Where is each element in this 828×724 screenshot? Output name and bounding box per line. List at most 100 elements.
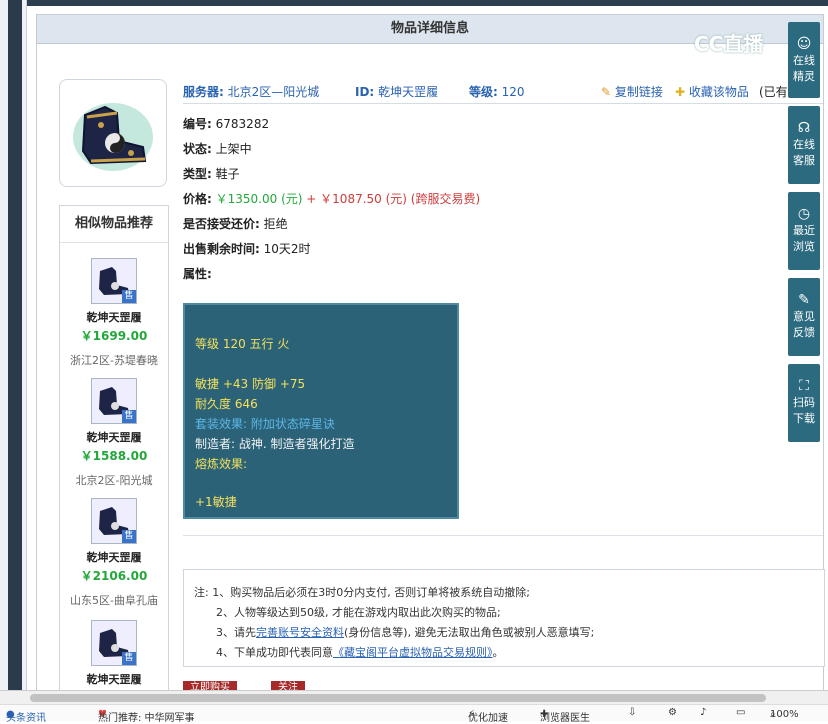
window-icon[interactable]: ▭ — [736, 707, 745, 718]
boot-icon — [73, 103, 153, 171]
sell-badge: 售 — [122, 410, 136, 423]
copy-link-label[interactable]: 复制链接 — [615, 85, 663, 99]
attributes-box: 等级 120 五行 火 敏捷 +43 防御 +75 耐久度 646 套装效果: … — [183, 303, 459, 519]
remaining-value: 10天2时 — [263, 242, 311, 256]
item-info: 服务器: 北京2区—阳光城 ID: 乾坤天罡履 等级: 120 ✎ 复制链接 ✚… — [183, 81, 823, 281]
price-plus: + — [306, 192, 317, 206]
similar-item-card[interactable]: 售 乾坤天罡履 ￥1699.00 浙江2区-苏堤春晓 — [60, 258, 168, 368]
number-value: 6783282 — [215, 117, 270, 131]
feedback-button[interactable]: ✎ 意见 反馈 — [788, 278, 820, 356]
note-4-suffix: 。 — [492, 646, 504, 659]
trade-rules-link[interactable]: 《藏宝阁平台虚拟物品交易规则》 — [333, 646, 493, 659]
zoom-value[interactable]: 100% — [770, 709, 799, 720]
attr-smelt-value: +1敏捷 — [195, 495, 237, 509]
attr-smelt-line: 熔炼效果: — [195, 457, 248, 471]
similar-item-name[interactable]: 乾坤天罡履 — [60, 429, 168, 445]
owned-count: (已有 — [759, 85, 788, 99]
link-icon: ✎ — [601, 85, 612, 99]
level-field: 等级: 120 — [469, 83, 525, 100]
remaining-label: 出售剩余时间: — [183, 242, 260, 256]
item-header-line: 服务器: 北京2区—阳光城 ID: 乾坤天罡履 等级: 120 ✎ 复制链接 ✚… — [183, 81, 823, 104]
similar-item-name[interactable]: 乾坤天罡履 — [60, 549, 168, 565]
sidebar-label: 精灵 — [793, 70, 815, 83]
similar-items-box: 相似物品推荐 售 乾坤天罡履 ￥1699.00 浙江2区-苏堤春晓 售 乾坤天罡… — [59, 205, 169, 707]
download-icon[interactable]: ⇩ — [628, 707, 636, 718]
hot-label[interactable]: 热门推荐: 中华网军事 — [98, 709, 195, 724]
scrollbar-thumb[interactable] — [30, 694, 766, 702]
server-field: 服务器: 北京2区—阳光城 — [183, 83, 319, 100]
status-label: 状态: — [183, 142, 212, 156]
sidebar-label: 浏览 — [793, 240, 815, 253]
news-label[interactable]: 头条资讯 — [6, 709, 46, 724]
browser-status-bar: ● 头条资讯 ♥ 热门推荐: 中华网军事 ⚡ 优化加速 ✚ 浏览器医生 ⇩ ⚙ ♪ … — [0, 704, 828, 724]
settings-icon[interactable]: ⚙ — [668, 707, 677, 718]
similar-item-card[interactable]: 售 乾坤天罡履 — [60, 620, 168, 687]
attr-durability-line: 耐久度 646 — [195, 397, 258, 411]
security-info-link[interactable]: 完善账号安全资料 — [256, 626, 344, 639]
sidebar-label: 下载 — [793, 412, 815, 425]
server-value: 北京2区—阳光城 — [227, 85, 320, 99]
copy-link-button[interactable]: ✎ 复制链接 — [601, 83, 663, 100]
sell-badge: 售 — [122, 652, 136, 665]
note-3-suffix: (身份信息等), 避免无法取出角色或被别人恶意填写; — [344, 626, 595, 639]
online-sprite-button[interactable]: ☺ 在线 精灵 — [788, 22, 820, 98]
horizontal-scrollbar[interactable] — [0, 690, 828, 705]
similar-item-card[interactable]: 售 乾坤天罡履 ￥2106.00 山东5区-曲阜孔庙 — [60, 498, 168, 608]
level-label: 等级: — [469, 85, 498, 99]
optimize-label[interactable]: 优化加速 — [468, 709, 508, 724]
attr-maker-line: 制造者: 战神. 制造者强化打造 — [195, 437, 355, 451]
recent-browse-button[interactable]: ◷ 最近 浏览 — [788, 192, 820, 270]
number-row: 编号: 6783282 — [183, 115, 269, 132]
favorite-button[interactable]: ✚ 收藏该物品 — [675, 83, 749, 100]
similar-item-thumb[interactable]: 售 — [91, 498, 137, 544]
attr-set-effect-line: 套装效果: 附加状态碎星诀 — [195, 417, 335, 431]
similar-item-price: ￥1588.00 — [80, 449, 148, 463]
similar-item-name[interactable]: 乾坤天罡履 — [60, 309, 168, 325]
item-detail-panel: 物品详细信息 相似物品推荐 售 乾坤天罡履 ￥1699.00 浙江2区-苏堤春晓 — [36, 14, 825, 707]
favorite-icon: ✚ — [675, 85, 686, 99]
similar-item-thumb[interactable]: 售 — [91, 378, 137, 424]
section-divider — [183, 535, 823, 536]
similar-item-server: 山东5区-曲阜孔庙 — [70, 594, 158, 607]
volume-icon[interactable]: ♪ — [700, 707, 706, 718]
sprite-icon: ☺ — [796, 36, 812, 52]
scan-icon: ⛶ — [799, 378, 809, 394]
similar-item-thumb[interactable]: 售 — [91, 258, 137, 304]
similar-items-title: 相似物品推荐 — [60, 206, 168, 243]
type-value: 鞋子 — [215, 167, 240, 181]
similar-item-card[interactable]: 售 乾坤天罡履 ￥1588.00 北京2区-阳光城 — [60, 378, 168, 488]
headset-icon: ☊ — [797, 120, 811, 136]
window-top-bar — [0, 0, 828, 6]
sidebar-label: 客服 — [793, 154, 815, 167]
sidebar-label: 在线 — [793, 54, 815, 67]
similar-item-server: 浙江2区-苏堤春晓 — [70, 354, 158, 367]
similar-item-price: ￥2106.00 — [80, 569, 148, 583]
note-3-prefix: 3、请先 — [216, 626, 256, 639]
similar-item-name[interactable]: 乾坤天罡履 — [60, 671, 168, 687]
cross-server-fee: ￥1087.50 (元) (跨服交易费) — [320, 192, 481, 206]
type-label: 类型: — [183, 167, 212, 181]
bargain-row: 是否接受还价: 拒绝 — [183, 215, 288, 232]
price-value: ￥1350.00 (元) — [215, 192, 303, 206]
sell-badge: 售 — [122, 290, 136, 303]
online-service-button[interactable]: ☊ 在线 客服 — [788, 106, 820, 184]
cc-live-watermark: CC直播 — [694, 32, 764, 56]
favorite-label[interactable]: 收藏该物品 — [689, 85, 749, 99]
attributes-label: 属性: — [183, 267, 212, 281]
edit-icon: ✎ — [798, 292, 810, 308]
status-value: 上架中 — [215, 142, 252, 156]
attr-stats-line: 敏捷 +43 防御 +75 — [195, 377, 306, 391]
note-line-2: 2、人物等级达到50级, 才能在游戏内取出此次购买的物品; — [216, 606, 501, 619]
sidebar-label: 在线 — [793, 138, 815, 151]
clock-icon: ◷ — [797, 206, 811, 222]
id-label: ID: — [355, 85, 375, 99]
scan-download-button[interactable]: ⛶ 扫码 下载 — [788, 364, 820, 442]
note-line-4: 4、下单成功即代表同意《藏宝阁平台虚拟物品交易规则》。 — [216, 644, 504, 660]
doctor-label[interactable]: 浏览器医生 — [540, 709, 590, 724]
bargain-label: 是否接受还价: — [183, 217, 260, 231]
level-value: 120 — [501, 85, 525, 99]
left-page-strip — [0, 0, 27, 690]
similar-item-thumb[interactable]: 售 — [91, 620, 137, 666]
id-field: ID: 乾坤天罡履 — [355, 83, 438, 100]
bargain-value: 拒绝 — [263, 217, 288, 231]
